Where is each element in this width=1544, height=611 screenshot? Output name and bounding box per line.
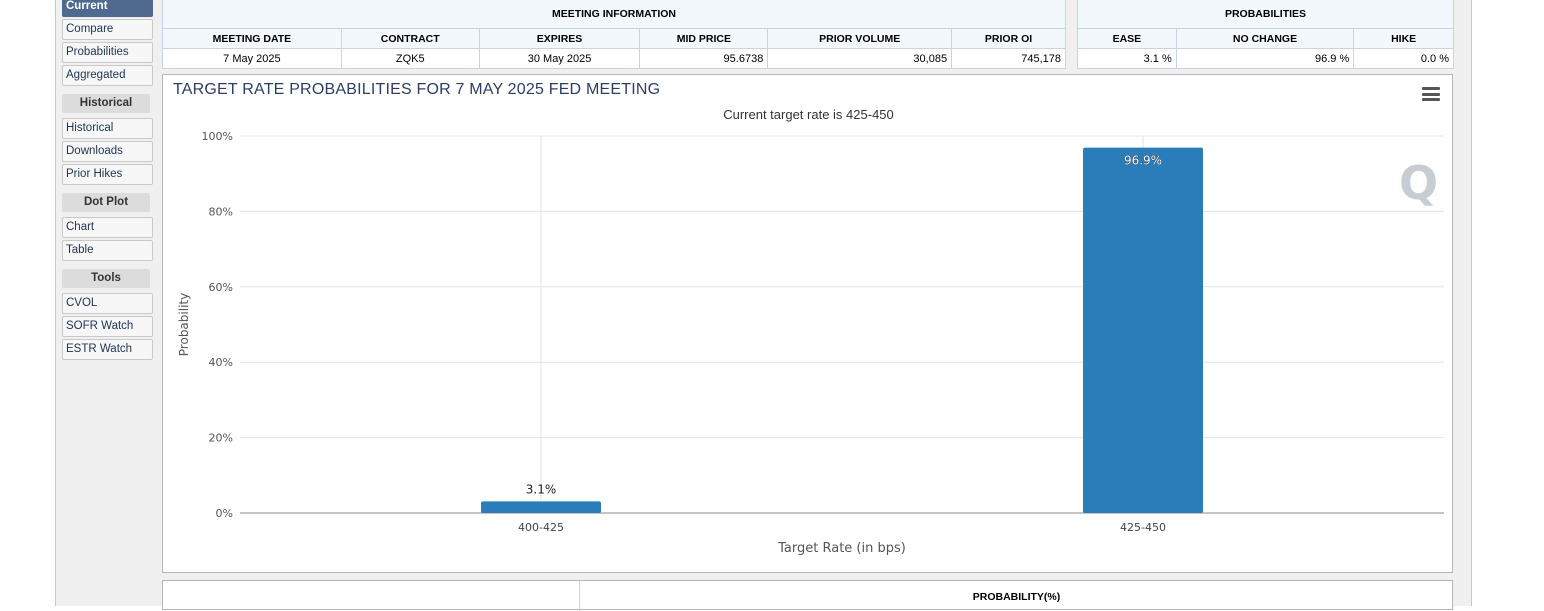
nav-historical[interactable]: Historical xyxy=(62,118,153,139)
nav-estr-watch[interactable]: ESTR Watch xyxy=(62,339,153,360)
nav-dot-plot-table[interactable]: Table xyxy=(62,240,153,261)
meeting-info-table: MEETING INFORMATION MEETING DATE CONTRAC… xyxy=(162,0,1066,69)
meeting-info-header: MEETING INFORMATION xyxy=(162,0,1066,29)
y-axis-label: Probability xyxy=(177,293,191,356)
nav-dot-plot-chart[interactable]: Chart xyxy=(62,217,153,238)
probability-table-panel: PROBABILITY(%) xyxy=(162,580,1453,611)
cell-expires: 30 May 2025 xyxy=(478,48,641,69)
col-prior-oi: PRIOR OI xyxy=(951,28,1066,49)
bar xyxy=(1083,147,1203,513)
chart-svg: 0% 20% 40% 60% 80% 100% Q 3.1% 400-425 96.9% 425-4… xyxy=(177,130,1444,556)
bar xyxy=(481,501,601,513)
col-no-change: NO CHANGE xyxy=(1175,28,1355,49)
section-tools-heading: Tools xyxy=(62,269,150,288)
y-tick-label: 80% xyxy=(209,205,233,218)
cell-no-change: 96.9 % xyxy=(1175,48,1355,69)
data-label: 96.9% xyxy=(1124,154,1162,168)
col-contract: CONTRACT xyxy=(340,28,480,49)
watermark-q-logo: Q xyxy=(1399,156,1438,210)
sidebar: Current Compare Probabilities Aggregated… xyxy=(62,0,154,362)
nav-current[interactable]: Current xyxy=(62,0,153,17)
cell-mid-price: 95.6738 xyxy=(639,48,769,69)
col-prior-volume: PRIOR VOLUME xyxy=(767,28,953,49)
section-historical-heading: Historical xyxy=(62,94,150,113)
y-tick-label: 100% xyxy=(202,130,233,143)
y-tick-label: 60% xyxy=(209,281,233,294)
nav-compare[interactable]: Compare xyxy=(62,19,153,40)
col-ease: EASE xyxy=(1077,28,1177,49)
col-mid-price: MID PRICE xyxy=(639,28,769,49)
table-row: 7 May 2025 ZQK5 30 May 2025 95.6738 30,0… xyxy=(162,48,1066,69)
cell-prior-volume: 30,085 xyxy=(767,48,953,69)
probabilities-table: PROBABILITIES EASE NO CHANGE HIKE 3.1 % … xyxy=(1077,0,1454,69)
probability-table-header: PROBABILITY(%) xyxy=(972,591,1061,603)
cell-ease: 3.1 % xyxy=(1077,48,1177,69)
col-expires: EXPIRES xyxy=(478,28,641,49)
nav-probabilities[interactable]: Probabilities xyxy=(62,42,153,63)
nav-downloads[interactable]: Downloads xyxy=(62,141,153,162)
y-tick-label: 20% xyxy=(209,432,233,445)
nav-cvol[interactable]: CVOL xyxy=(62,293,153,314)
section-dot-plot-heading: Dot Plot xyxy=(62,193,150,212)
nav-aggregated[interactable]: Aggregated xyxy=(62,65,153,86)
nav-sofr-watch[interactable]: SOFR Watch xyxy=(62,316,153,337)
probabilities-header: PROBABILITIES xyxy=(1077,0,1454,29)
table-row: 3.1 % 96.9 % 0.0 % xyxy=(1077,48,1454,69)
x-tick-label: 425-450 xyxy=(1120,521,1166,534)
data-label: 3.1% xyxy=(526,482,557,496)
col-meeting-date: MEETING DATE xyxy=(162,28,342,49)
y-tick-label: 0% xyxy=(216,507,233,520)
x-tick-label: 400-425 xyxy=(518,521,564,534)
cell-prior-oi: 745,178 xyxy=(951,48,1066,69)
chart-panel: TARGET RATE PROBABILITIES FOR 7 MAY 2025… xyxy=(162,74,1453,573)
cell-meeting-date: 7 May 2025 xyxy=(162,48,342,69)
cell-hike: 0.0 % xyxy=(1353,48,1454,69)
y-tick-label: 40% xyxy=(209,356,233,369)
x-axis-label: Target Rate (in bps) xyxy=(777,541,906,556)
nav-prior-hikes[interactable]: Prior Hikes xyxy=(62,164,153,185)
cell-contract: ZQK5 xyxy=(340,48,480,69)
col-hike: HIKE xyxy=(1353,28,1454,49)
